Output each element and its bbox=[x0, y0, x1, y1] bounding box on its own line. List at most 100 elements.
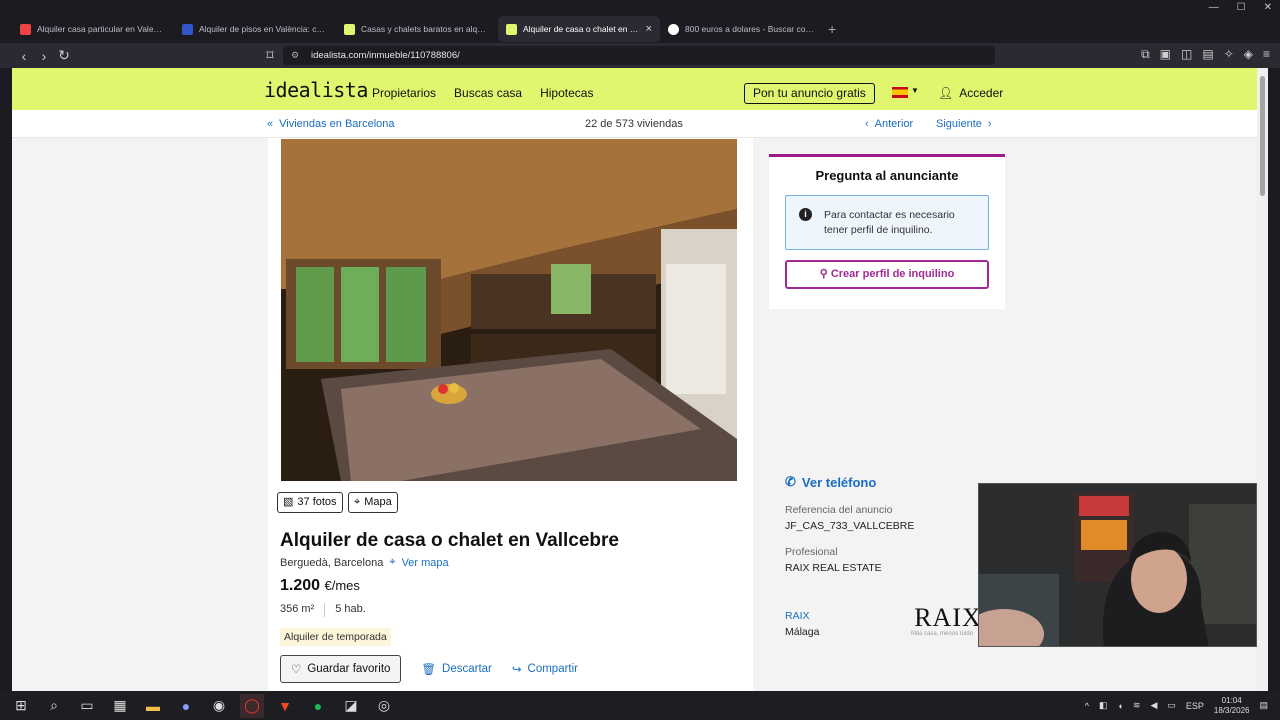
listing-actions: ♡ Guardar favorito 🗑︎ Descartar ↪ Compar… bbox=[280, 655, 578, 683]
network-icon[interactable]: ◧ bbox=[1099, 700, 1108, 711]
scroll-thumb[interactable] bbox=[1260, 76, 1265, 196]
browser-tab[interactable]: 800 euros a dolares - Buscar con Go bbox=[660, 16, 822, 42]
agency-link[interactable]: RAIX bbox=[785, 610, 810, 622]
clock[interactable]: 01:04 18/3/2026 bbox=[1214, 696, 1250, 716]
brave-icon[interactable]: ▼ bbox=[273, 694, 297, 718]
discard-label: Descartar bbox=[442, 663, 492, 675]
chevron-down-icon[interactable]: ▼ bbox=[911, 86, 919, 95]
webcam-overlay bbox=[978, 483, 1257, 647]
discord-icon[interactable]: ● bbox=[174, 694, 198, 718]
wifi-icon[interactable]: ≋ bbox=[1133, 700, 1141, 711]
widgets-icon[interactable]: ▦ bbox=[108, 694, 132, 718]
sidebar-icon[interactable]: ◫ bbox=[1181, 47, 1192, 62]
address-toolbar: ‹ › ↻ ⌑ ⚙ idealista.com/inmueble/1107888… bbox=[0, 43, 1280, 68]
area-feature: 356 m² bbox=[280, 603, 315, 615]
map-pin-icon: ⌖ bbox=[354, 496, 361, 508]
info-text: Para contactar es necesario tener perfil… bbox=[824, 209, 955, 236]
listing-features: 356 m² 5 hab. bbox=[280, 603, 366, 617]
minimize-icon[interactable]: — bbox=[1209, 0, 1219, 15]
windows-start-icon[interactable]: ⊞ bbox=[9, 694, 33, 718]
notifications-icon[interactable]: ▤ bbox=[1259, 700, 1268, 711]
location-text: Berguedà, Barcelona bbox=[280, 556, 384, 569]
main-nav: Propietarios Buscas casa Hipotecas bbox=[372, 86, 593, 100]
bookmark-icon[interactable]: ⌑ bbox=[260, 47, 280, 64]
tab-strip: Alquiler casa particular en Valencia - A… bbox=[0, 15, 1280, 43]
chevron-up-icon[interactable]: ^ bbox=[1085, 701, 1089, 711]
see-map-link[interactable]: Ver mapa bbox=[402, 557, 449, 569]
close-window-icon[interactable]: ✕ bbox=[1264, 0, 1272, 15]
image-icon: ▧ bbox=[283, 496, 294, 508]
site-header: idealista Propietarios Buscas casa Hipot… bbox=[12, 68, 1257, 110]
browser-tab-active[interactable]: Alquiler de casa o chalet en Valle × bbox=[498, 16, 660, 42]
close-tab-icon[interactable]: × bbox=[646, 23, 652, 35]
battery-icon[interactable]: ▭ bbox=[1167, 700, 1176, 711]
url-text: idealista.com/inmueble/110788806/ bbox=[311, 50, 460, 61]
browser-tab[interactable]: Casas y chalets baratos en alquiler en bbox=[336, 16, 498, 42]
nav-propietarios[interactable]: Propietarios bbox=[372, 86, 436, 100]
wallet-icon[interactable]: ▤ bbox=[1202, 47, 1213, 62]
search-icon[interactable]: ⌕ bbox=[42, 694, 66, 718]
spotify-icon[interactable]: ● bbox=[306, 694, 330, 718]
add-user-icon: ⚲ bbox=[819, 268, 828, 280]
volume-icon[interactable]: ◀ bbox=[1150, 700, 1157, 711]
url-bar[interactable]: ⚙ idealista.com/inmueble/110788806/ bbox=[283, 46, 995, 65]
login-button[interactable]: 👤︎ Acceder bbox=[938, 86, 1003, 100]
site-info-icon[interactable]: ⚙ bbox=[291, 46, 299, 65]
save-favorite-button[interactable]: ♡ Guardar favorito bbox=[280, 655, 402, 683]
create-tenant-profile-button[interactable]: ⚲ Crear perfil de inquilino bbox=[785, 260, 989, 289]
chevron-right-icon: › bbox=[987, 118, 992, 130]
maximize-icon[interactable]: ☐ bbox=[1237, 0, 1246, 15]
file-explorer-icon[interactable]: ▬ bbox=[141, 694, 165, 718]
browser-tab[interactable]: Alquiler casa particular en Valencia - bbox=[12, 16, 174, 42]
nav-buscas-casa[interactable]: Buscas casa bbox=[454, 86, 522, 100]
back-to-results-link[interactable]: « Viviendas en Barcelona bbox=[267, 118, 395, 130]
vpn-icon[interactable]: ◈ bbox=[1244, 47, 1253, 62]
listing-card: ▧ 37 fotos ⌖ Mapa Alquiler de casa o cha… bbox=[268, 138, 753, 691]
task-view-icon[interactable]: ▭ bbox=[75, 694, 99, 718]
agency-tagline: Más casa, menos ruido bbox=[911, 631, 974, 637]
rental-type-tag: Alquiler de temporada bbox=[280, 628, 391, 646]
leo-ai-icon[interactable]: ✧ bbox=[1224, 47, 1234, 62]
contact-title: Pregunta al anunciante bbox=[815, 168, 959, 183]
next-label: Siguiente bbox=[936, 118, 982, 130]
previous-label: Anterior bbox=[874, 118, 914, 130]
see-phone-link[interactable]: ✆ Ver teléfono bbox=[785, 474, 876, 490]
obs-icon[interactable]: ◎ bbox=[372, 694, 396, 718]
favicon-icon bbox=[344, 23, 355, 35]
create-profile-label: Crear perfil de inquilino bbox=[830, 268, 955, 280]
window-controls: — ☐ ✕ bbox=[1209, 0, 1272, 15]
previous-listing-link[interactable]: ‹ Anterior bbox=[865, 118, 913, 130]
system-tray: ^ ◧ ◖ ≋ ◀ ▭ ESP 01:04 18/3/2026 ▤ bbox=[1085, 691, 1268, 720]
menu-icon[interactable]: ≡ bbox=[1263, 47, 1270, 62]
screenshot-icon[interactable]: ▣ bbox=[1160, 47, 1171, 62]
site-logo[interactable]: idealista bbox=[264, 78, 368, 102]
page-scrollbar[interactable] bbox=[1257, 68, 1268, 691]
reload-icon[interactable]: ↻ bbox=[54, 47, 74, 64]
capcut-icon[interactable]: ◪ bbox=[339, 694, 363, 718]
back-arrow-icon[interactable]: ‹ bbox=[14, 48, 34, 64]
forward-arrow-icon[interactable]: › bbox=[34, 48, 54, 64]
nav-hipotecas[interactable]: Hipotecas bbox=[540, 86, 593, 100]
post-ad-button[interactable]: Pon tu anuncio gratis bbox=[744, 83, 875, 104]
spain-flag-icon[interactable] bbox=[892, 87, 908, 98]
favicon-icon bbox=[506, 23, 517, 35]
advertiser-info: ✆ Ver teléfono Referencia del anuncio JF… bbox=[769, 309, 1005, 638]
back-label: Viviendas en Barcelona bbox=[279, 118, 395, 130]
map-button[interactable]: ⌖ Mapa bbox=[348, 492, 398, 513]
browser-tab[interactable]: Alquiler de pisos en València: casas y bbox=[174, 16, 336, 42]
extension-icon[interactable]: ⧉ bbox=[1141, 47, 1150, 62]
listing-main-photo[interactable] bbox=[281, 139, 737, 481]
results-position: 22 de 573 viviendas bbox=[585, 118, 683, 130]
microphone-icon[interactable]: ◖ bbox=[1117, 701, 1122, 711]
opera-icon[interactable]: ◯ bbox=[240, 693, 264, 718]
listing-title: Alquiler de casa o chalet en Vallcebre bbox=[280, 530, 619, 551]
share-button[interactable]: ↪ Compartir bbox=[512, 662, 578, 676]
trash-icon: 🗑︎ bbox=[421, 664, 437, 676]
discard-button[interactable]: 🗑︎ Descartar bbox=[421, 662, 491, 676]
agency-logo[interactable]: RAIX bbox=[910, 603, 986, 633]
new-tab-icon[interactable]: + bbox=[828, 21, 836, 37]
language-indicator[interactable]: ESP bbox=[1186, 701, 1204, 711]
next-listing-link[interactable]: Siguiente › bbox=[936, 118, 992, 130]
photos-button[interactable]: ▧ 37 fotos bbox=[277, 492, 343, 513]
steam-icon[interactable]: ◉ bbox=[207, 694, 231, 718]
